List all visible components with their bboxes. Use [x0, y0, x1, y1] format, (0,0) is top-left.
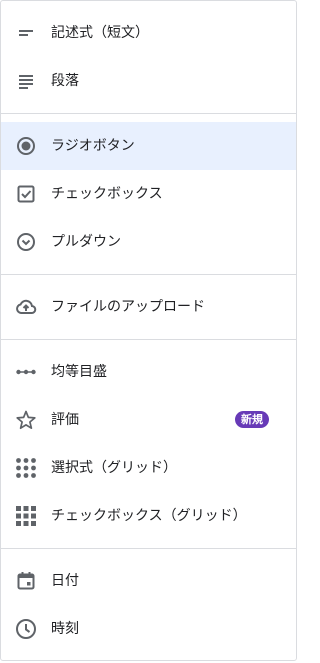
grid-squares-icon — [15, 505, 37, 527]
menu-item-label: プルダウン — [51, 234, 121, 250]
star-icon — [15, 409, 37, 431]
menu-item-label: 時刻 — [51, 621, 79, 637]
menu-item-label: 段落 — [51, 73, 79, 89]
new-badge: 新規 — [235, 411, 269, 428]
menu-item-label: ファイルのアップロード — [51, 299, 205, 315]
short-answer-icon — [15, 22, 37, 44]
radio-button-icon — [15, 135, 37, 157]
dropdown-icon — [15, 231, 37, 253]
menu-item-date[interactable]: 日付 — [1, 557, 296, 605]
cloud-upload-icon — [15, 296, 37, 318]
menu-item-linear-scale[interactable]: 均等目盛 — [1, 348, 296, 396]
menu-item-label: チェックボックス（グリッド） — [51, 508, 247, 524]
menu-item-label: 記述式（短文） — [51, 25, 149, 41]
menu-item-time[interactable]: 時刻 — [1, 605, 296, 653]
divider — [1, 548, 296, 549]
menu-item-checkbox-grid[interactable]: チェックボックス（グリッド） — [1, 492, 296, 540]
calendar-icon — [15, 570, 37, 592]
checkbox-icon — [15, 183, 37, 205]
clock-icon — [15, 618, 37, 640]
divider — [1, 113, 296, 114]
menu-item-checkbox[interactable]: チェックボックス — [1, 170, 296, 218]
divider — [1, 274, 296, 275]
menu-item-paragraph[interactable]: 段落 — [1, 57, 296, 105]
menu-item-label: 選択式（グリッド） — [51, 460, 177, 476]
grid-dots-icon — [15, 457, 37, 479]
menu-item-dropdown[interactable]: プルダウン — [1, 218, 296, 266]
menu-item-label: ラジオボタン — [51, 138, 135, 154]
menu-item-short-answer[interactable]: 記述式（短文） — [1, 9, 296, 57]
menu-item-rating[interactable]: 評価 新規 — [1, 396, 296, 444]
paragraph-icon — [15, 70, 37, 92]
question-type-menu: 記述式（短文） 段落 ラジオボタン チェックボックス プルダウン ファイルのアッ… — [0, 0, 297, 661]
menu-item-label: チェックボックス — [51, 186, 163, 202]
menu-item-label: 均等目盛 — [51, 364, 107, 380]
menu-item-file-upload[interactable]: ファイルのアップロード — [1, 283, 296, 331]
menu-item-label: 日付 — [51, 573, 79, 589]
divider — [1, 339, 296, 340]
menu-item-label: 評価 — [51, 412, 79, 428]
menu-item-multiple-choice-grid[interactable]: 選択式（グリッド） — [1, 444, 296, 492]
linear-scale-icon — [15, 361, 37, 383]
menu-item-radio-button[interactable]: ラジオボタン — [1, 122, 296, 170]
